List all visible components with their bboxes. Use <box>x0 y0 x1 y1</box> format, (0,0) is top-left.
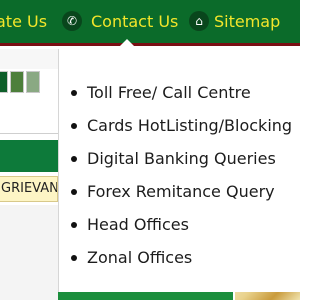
bullet-icon <box>71 222 77 228</box>
side-panel <box>0 205 58 300</box>
grievance-tab[interactable]: GRIEVAN <box>0 176 58 202</box>
menu-item-zonal-offices[interactable]: Zonal Offices <box>59 241 301 274</box>
bullet-icon <box>71 90 77 96</box>
green-menu-band <box>0 140 58 172</box>
divider <box>0 133 58 134</box>
menu-item-label: Zonal Offices <box>87 248 193 267</box>
nav-link-contact-us[interactable]: Contact Us <box>91 12 178 31</box>
footer-green-strip <box>58 292 233 300</box>
theme-swatch-medium[interactable] <box>10 71 24 93</box>
bullet-icon <box>71 189 77 195</box>
menu-item-label: Digital Banking Queries <box>87 149 276 168</box>
menu-item-label: Toll Free/ Call Centre <box>87 83 251 102</box>
dropdown-menu: Toll Free/ Call Centre Cards HotListing/… <box>59 76 301 274</box>
menu-item-forex[interactable]: Forex Remitance Query <box>59 175 301 208</box>
nav-link-sitemap[interactable]: Sitemap <box>214 12 280 31</box>
menu-item-toll-free[interactable]: Toll Free/ Call Centre <box>59 76 301 109</box>
phone-icon: ✆ <box>62 11 82 31</box>
theme-swatch-dark[interactable] <box>0 71 8 93</box>
menu-item-head-offices[interactable]: Head Offices <box>59 208 301 241</box>
menu-item-digital-banking[interactable]: Digital Banking Queries <box>59 142 301 175</box>
menu-item-label: Cards HotListing/Blocking <box>87 116 293 135</box>
menu-item-label: Forex Remitance Query <box>87 182 275 201</box>
home-icon: ⌂ <box>189 11 209 31</box>
bullet-icon <box>71 156 77 162</box>
theme-swatch-light[interactable] <box>26 71 40 93</box>
bullet-icon <box>71 255 77 261</box>
top-nav-bar: ate Us ✆ Contact Us ⌂ Sitemap <box>0 0 300 46</box>
bullet-icon <box>71 123 77 129</box>
nav-link-partial[interactable]: ate Us <box>0 12 47 31</box>
menu-item-cards-hotlisting[interactable]: Cards HotListing/Blocking <box>59 109 301 142</box>
contact-us-dropdown: Toll Free/ Call Centre Cards HotListing/… <box>58 49 300 292</box>
search-area[interactable] <box>0 98 58 138</box>
menu-item-label: Head Offices <box>87 215 189 234</box>
